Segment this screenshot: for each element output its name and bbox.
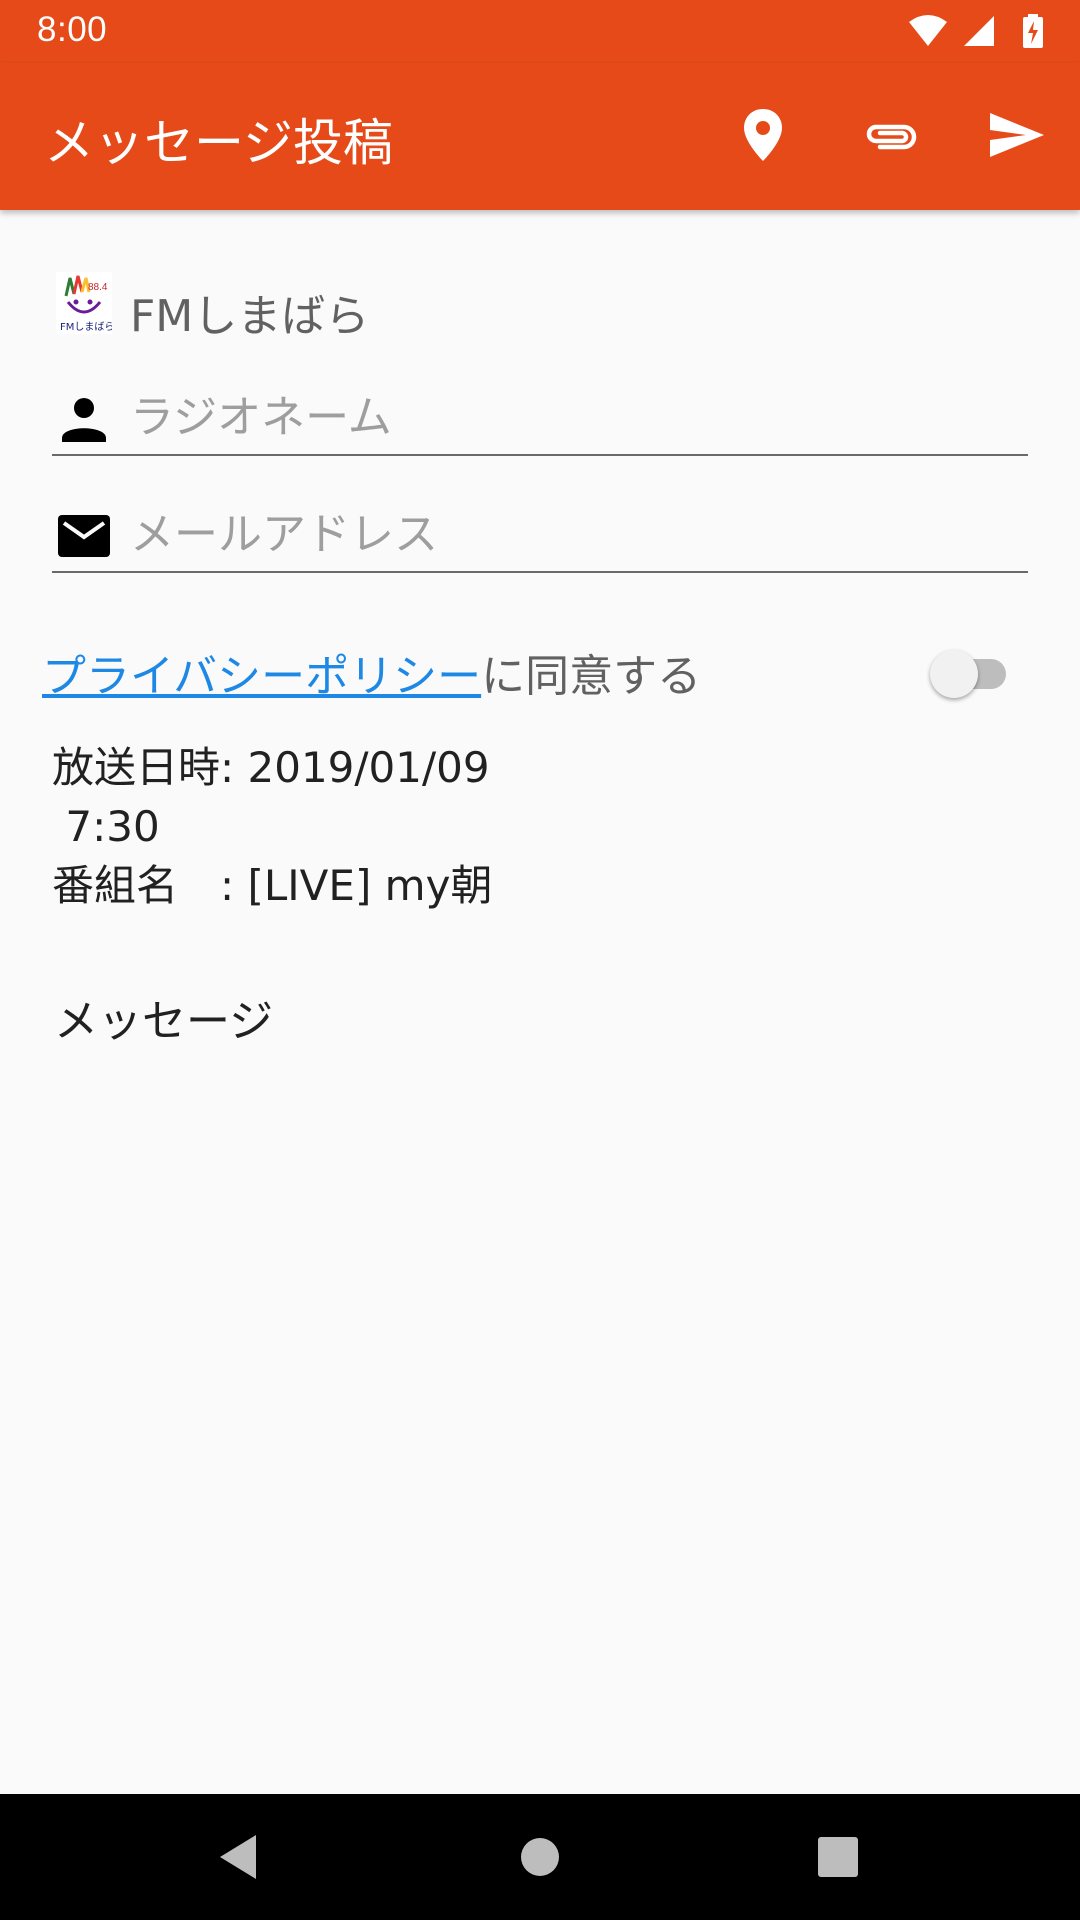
location-icon[interactable] (733, 105, 793, 165)
email-input[interactable] (130, 505, 1010, 563)
radio-name-input[interactable] (130, 388, 1010, 446)
back-icon[interactable] (208, 1827, 268, 1887)
app-bar: メッセージ投稿 (0, 63, 1080, 210)
mail-icon (58, 515, 110, 557)
home-icon[interactable] (510, 1827, 570, 1887)
privacy-row: プライバシーポリシーに同意する (42, 640, 1042, 704)
send-icon[interactable] (986, 105, 1046, 165)
message-label[interactable]: メッセージ (54, 985, 273, 1049)
email-field (52, 501, 1028, 573)
privacy-agree-label: に同意する (481, 651, 702, 702)
logo-frequency: 88.4 (88, 282, 108, 293)
station-logo: 88.4 FMしまばら (56, 272, 112, 334)
radio-name-field (52, 384, 1028, 456)
person-icon (62, 398, 106, 442)
attach-icon[interactable] (860, 105, 920, 165)
privacy-agree-toggle[interactable] (930, 644, 1014, 700)
broadcast-time: 7:30 (52, 802, 160, 851)
status-time: 8:00 (37, 10, 108, 49)
nav-bar (0, 1794, 1080, 1920)
toggle-thumb (930, 650, 978, 698)
broadcast-info: 放送日時: 2019/01/09 7:30 番組名 : [LIVE] my朝 (52, 738, 492, 915)
broadcast-date: 放送日時: 2019/01/09 (52, 743, 490, 792)
status-bar: 8:00 (0, 0, 1080, 63)
battery-charging-icon (1023, 14, 1043, 48)
wifi-icon (909, 15, 947, 46)
program-name: 番組名 : [LIVE] my朝 (52, 861, 493, 910)
privacy-policy-link[interactable]: プライバシーポリシー (42, 651, 481, 702)
recents-icon[interactable] (808, 1827, 868, 1887)
logo-text: FMしまばら (60, 321, 112, 333)
signal-icon (964, 16, 994, 46)
station-name: FMしまばら (130, 291, 370, 342)
page-title: メッセージ投稿 (44, 114, 393, 172)
